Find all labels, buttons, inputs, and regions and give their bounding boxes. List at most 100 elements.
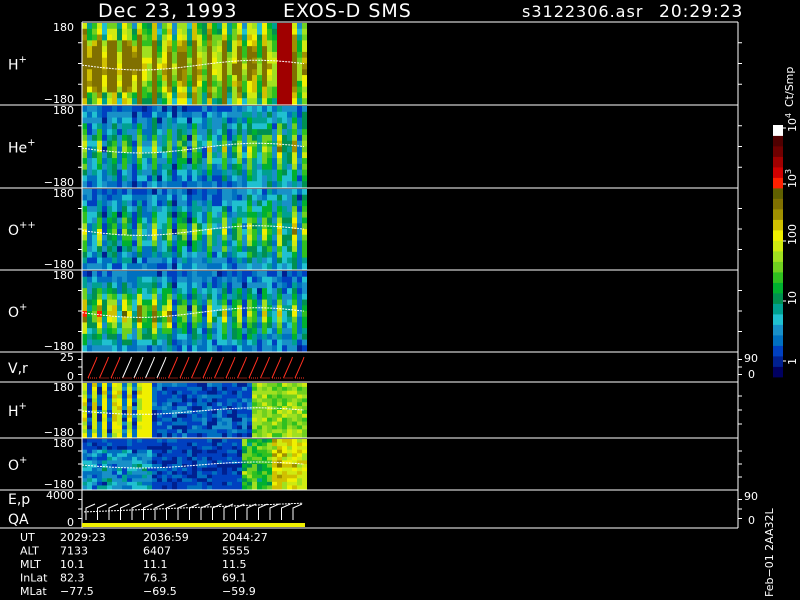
spectrogram-cell <box>127 63 132 70</box>
spectrogram-cell <box>282 271 287 278</box>
spectrogram-cell <box>132 328 137 335</box>
spectrogram-cell <box>162 339 167 346</box>
spectrogram-cell <box>197 481 202 487</box>
spectrogram-cell <box>242 442 247 447</box>
spectrogram-cell <box>207 425 212 430</box>
spectrogram-cell <box>157 189 162 196</box>
spectrogram-cell <box>287 410 292 415</box>
spectrogram-cell <box>227 117 232 124</box>
spectrogram-cell <box>152 311 157 318</box>
spectrogram-cell <box>292 86 297 94</box>
spectrogram-cell <box>97 442 102 447</box>
spectrogram-cell <box>97 40 102 47</box>
spectrogram-cell <box>197 322 202 329</box>
spectrogram-cell <box>292 453 297 458</box>
spectrogram-cell <box>247 263 252 270</box>
header-file: s3122306.asr <box>522 2 643 21</box>
spectrogram-cell <box>137 92 142 99</box>
spectrogram-cell <box>147 106 152 113</box>
spectrogram-cell <box>132 446 137 451</box>
spectrogram-cell <box>242 69 247 76</box>
spectrogram-cell <box>147 240 152 247</box>
spectrogram-cell <box>292 271 297 278</box>
spectrogram-cell <box>102 129 107 136</box>
spectrogram-cell <box>202 282 207 289</box>
spectrogram-cell <box>207 194 212 202</box>
spectrogram-cell <box>172 80 177 88</box>
spectrogram-cell <box>237 246 242 253</box>
spectrogram-cell <box>92 75 97 82</box>
spectrogram-cell <box>87 251 92 259</box>
spectrogram-cell <box>87 471 92 476</box>
spectrogram-cell <box>287 80 292 88</box>
spectrogram-cell <box>82 92 87 99</box>
spectrogram-cell <box>282 453 287 458</box>
spectrogram-cell <box>232 34 237 41</box>
spectrogram-cell <box>102 425 107 430</box>
spectrogram-cell <box>302 117 307 124</box>
spectrogram-cell <box>222 442 227 447</box>
spectrogram-cell <box>202 106 207 113</box>
spectrogram-cell <box>247 449 252 454</box>
spectrogram-cell <box>97 456 102 462</box>
spectrogram-cell <box>117 246 122 253</box>
vr-sawtooth-segment <box>225 356 236 379</box>
spectrogram-cell <box>197 453 202 458</box>
spectrogram-cell <box>262 251 267 259</box>
spectrogram-cell <box>167 129 172 136</box>
spectrogram-cell <box>162 175 167 182</box>
spectrogram-cell <box>277 251 282 259</box>
spectrogram-cell <box>102 316 107 324</box>
spectrogram-cell <box>192 439 197 444</box>
spectrogram-cell <box>252 181 257 188</box>
spectrogram-cell <box>102 481 107 487</box>
spectrogram-cell <box>242 471 247 476</box>
spectrogram-cell <box>152 23 157 30</box>
spectrogram-cell <box>297 410 302 415</box>
spectrogram-cell <box>147 339 152 346</box>
spectrogram-cell <box>112 299 117 306</box>
spectrogram-cell <box>122 240 127 247</box>
spectrogram-cell <box>97 57 102 65</box>
spectrogram-cell <box>237 485 242 490</box>
spectrogram-cell <box>112 69 117 76</box>
spectrogram-cell <box>237 417 242 423</box>
spectrogram-cell <box>167 246 172 253</box>
spectrogram-cell <box>257 311 262 318</box>
spectrogram-cell <box>192 421 197 427</box>
spectrogram-cell <box>172 276 177 284</box>
spectrogram-cell <box>252 453 257 458</box>
spectrogram-cell <box>252 481 257 487</box>
spectrogram-cell <box>222 446 227 451</box>
spectrogram-cell <box>142 402 147 407</box>
spectrogram-cell <box>252 111 257 119</box>
spectrogram-cell <box>237 34 242 41</box>
spectrogram-cell <box>157 282 162 289</box>
spectrogram-cell <box>107 406 112 411</box>
spectrogram-cell <box>102 339 107 346</box>
spectrogram-cell <box>262 485 267 490</box>
spectrogram-cell <box>162 263 167 270</box>
spectrogram-cell <box>262 75 267 82</box>
spectrogram-cell <box>117 390 122 396</box>
spectrogram-cell <box>282 390 287 396</box>
spectrogram-cell <box>192 328 197 335</box>
spectrogram-cell <box>92 446 97 451</box>
spectrogram-cell <box>82 175 87 182</box>
spectrogram-cell <box>212 271 217 278</box>
spectrogram-cell <box>172 429 177 434</box>
spectrogram-cell <box>162 117 167 124</box>
spectrogram-cell <box>222 316 227 324</box>
spectrogram-cell <box>82 383 87 388</box>
spectrogram-cell <box>212 456 217 462</box>
spectrogram-cell <box>147 229 152 236</box>
spectrogram-cell <box>92 413 97 419</box>
spectrogram-cell <box>132 57 137 65</box>
spectrogram-cell <box>237 263 242 270</box>
vr-sawtooth-segment <box>87 356 98 379</box>
vr-sawtooth-segment <box>214 356 224 379</box>
spectrogram-cell <box>257 345 262 352</box>
spectrogram-cell <box>282 117 287 124</box>
spectrogram-cell <box>142 345 147 352</box>
spectrogram-cell <box>147 276 152 284</box>
